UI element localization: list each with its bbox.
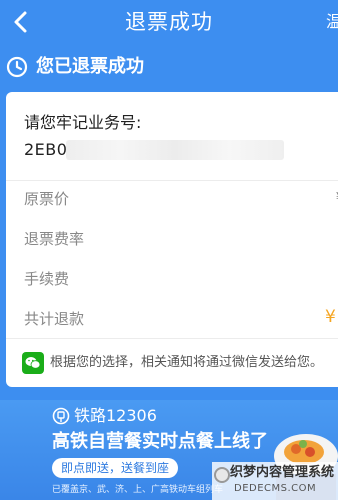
success-status: 您已退票成功 (6, 54, 144, 80)
top-bar: 退票成功 温 (0, 0, 338, 46)
fee-row-total-refund: 共计退款 ¥ 1 (24, 307, 338, 330)
divider (6, 338, 338, 339)
order-number-redacted (66, 140, 284, 160)
watermark-name: 织梦内容管理系统 (230, 465, 335, 480)
order-number-label: 请您牢记业务号: (24, 113, 142, 132)
fee-row-refund-rate: 退票费率 (24, 228, 338, 250)
fee-label: 共计退款 (24, 310, 85, 328)
divider (6, 180, 338, 181)
total-refund-value: ¥ 1 (324, 307, 338, 327)
clock-icon (6, 56, 28, 78)
refund-details-card: 请您牢记业务号: 2EB0 原票价 ¥ 退票费率 手续费 共计退款 ¥ 1 根据… (6, 92, 338, 387)
header-right-action[interactable]: 温 (326, 10, 338, 34)
banner-headline: 高铁自营餐实时点餐上线了 (52, 431, 268, 452)
page-title: 退票成功 (125, 10, 213, 34)
fee-label: 原票价 (24, 190, 70, 208)
order-number-value: 2EB0 (24, 140, 68, 159)
wechat-notice: 根据您的选择，相关通知将通过微信发送给您。 (22, 352, 323, 374)
watermark-logo-icon (214, 467, 230, 483)
wechat-icon (22, 352, 44, 374)
railway-logo-icon (52, 407, 70, 425)
notice-text: 根据您的选择，相关通知将通过微信发送给您。 (50, 355, 324, 370)
banner-logo: 铁路12306 (52, 406, 157, 426)
fee-row-original-price: 原票价 ¥ (24, 188, 338, 210)
banner-subtext: 已覆盖京、武、济、上、广高铁动车组列车 (52, 485, 224, 495)
fee-row-service-charge: 手续费 (24, 268, 338, 290)
fee-label: 退票费率 (24, 230, 85, 248)
success-message: 您已退票成功 (36, 56, 144, 77)
fee-label: 手续费 (24, 270, 70, 288)
banner-brand: 铁路12306 (74, 406, 157, 425)
watermark-url: DEDECMS.COM (234, 483, 317, 494)
banner-pill-button[interactable]: 即点即送，送餐到座 (52, 458, 178, 478)
